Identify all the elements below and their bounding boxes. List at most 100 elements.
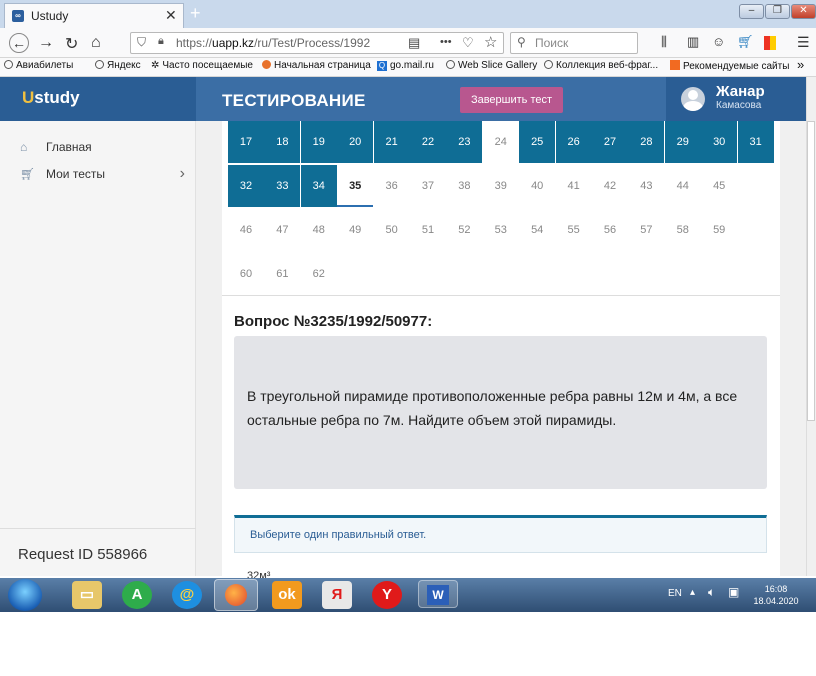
question-number-50[interactable]: 50	[374, 209, 410, 251]
yandex-browser-icon[interactable]: Я	[322, 581, 352, 609]
library-icon[interactable]: ⫼	[661, 34, 667, 50]
cart-extension-icon[interactable]: 🛒︎	[737, 34, 754, 50]
question-number-22[interactable]: 22	[410, 121, 446, 163]
question-number-20[interactable]: 20	[337, 121, 374, 163]
question-number-32[interactable]: 32	[228, 165, 264, 207]
question-number-38[interactable]: 38	[446, 165, 482, 207]
bookmark-item[interactable]: Рекомендуемые сайты	[670, 60, 789, 72]
question-number-34[interactable]: 34	[300, 165, 337, 207]
avatar[interactable]	[681, 87, 705, 111]
mail-agent-icon[interactable]: @	[172, 581, 202, 609]
bookmark-flag-icon[interactable]	[764, 36, 776, 50]
brand-logo[interactable]: Ustudy	[22, 88, 80, 108]
maximize-button[interactable]: ❐	[765, 4, 790, 19]
question-number-56[interactable]: 56	[592, 209, 628, 251]
scrollbar-thumb[interactable]	[807, 121, 815, 421]
question-number-21[interactable]: 21	[373, 121, 410, 163]
question-number-47[interactable]: 47	[264, 209, 300, 251]
question-number-42[interactable]: 42	[592, 165, 628, 207]
question-number-59[interactable]: 59	[701, 209, 737, 251]
question-number-37[interactable]: 37	[410, 165, 446, 207]
word-icon[interactable]: W	[418, 580, 458, 608]
sidebar-item-my-tests[interactable]: 🛒︎ Мои тесты ›	[20, 165, 185, 182]
question-number-41[interactable]: 41	[556, 165, 592, 207]
question-number-36[interactable]: 36	[374, 165, 410, 207]
bookmark-item[interactable]: Начальная страница	[262, 60, 371, 71]
hamburger-menu-icon[interactable]: ☰	[797, 34, 810, 51]
shield-icon[interactable]: ⛉	[137, 35, 146, 50]
question-number-43[interactable]: 43	[628, 165, 664, 207]
question-number-17[interactable]: 17	[228, 121, 264, 163]
reader-view-icon[interactable]: ▤	[408, 35, 420, 51]
back-icon[interactable]: ←	[9, 33, 29, 53]
bookmark-star-icon[interactable]: ☆	[484, 33, 497, 51]
question-number-25[interactable]: 25	[519, 121, 556, 163]
question-number-62[interactable]: 62	[301, 253, 337, 295]
question-number-52[interactable]: 52	[446, 209, 482, 251]
question-number-30[interactable]: 30	[701, 121, 738, 163]
new-tab-button[interactable]: +	[190, 3, 201, 24]
question-number-60[interactable]: 60	[228, 253, 264, 295]
question-number-31[interactable]: 31	[737, 121, 774, 163]
question-number-27[interactable]: 27	[592, 121, 628, 163]
question-number-44[interactable]: 44	[665, 165, 701, 207]
bookmark-item[interactable]: ✲ Часто посещаемые	[151, 60, 253, 71]
page-actions-menu-icon[interactable]: •••	[440, 36, 452, 48]
question-number-55[interactable]: 55	[556, 209, 592, 251]
question-number-40[interactable]: 40	[519, 165, 555, 207]
reload-icon[interactable]: ↻	[65, 34, 78, 54]
search-input[interactable]	[510, 32, 638, 54]
forward-icon[interactable]: →	[38, 34, 54, 52]
tray-expand-icon[interactable]: ▴	[690, 587, 695, 598]
question-number-35[interactable]: 35	[337, 165, 374, 207]
volume-icon[interactable]: 🔈︎	[708, 585, 715, 600]
bookmark-item[interactable]: Qgo.mail.ru	[377, 60, 434, 71]
network-icon[interactable]: ▣	[728, 585, 739, 599]
question-number-48[interactable]: 48	[301, 209, 337, 251]
url-text[interactable]: https://uapp.kz/ru/Test/Process/1992	[176, 36, 370, 50]
sidebar-toggle-icon[interactable]: ▥	[687, 34, 699, 50]
question-number-61[interactable]: 61	[264, 253, 300, 295]
question-number-54[interactable]: 54	[519, 209, 555, 251]
home-icon[interactable]: ⌂	[91, 34, 101, 52]
question-number-53[interactable]: 53	[483, 209, 519, 251]
question-number-28[interactable]: 28	[628, 121, 665, 163]
question-number-18[interactable]: 18	[264, 121, 301, 163]
language-indicator[interactable]: EN	[668, 588, 682, 599]
question-number-58[interactable]: 58	[665, 209, 701, 251]
bookmark-item[interactable]: Яндекс	[95, 60, 141, 71]
aimp-icon[interactable]: A	[122, 581, 152, 609]
start-button[interactable]	[8, 579, 42, 611]
yandex-icon[interactable]: Y	[372, 581, 402, 609]
pocket-icon[interactable]: ♡	[462, 35, 474, 51]
firefox-taskbar-icon[interactable]	[214, 579, 258, 611]
user-name[interactable]: Жанар	[716, 83, 765, 100]
question-number-46[interactable]: 46	[228, 209, 264, 251]
tab-close-icon[interactable]: ✕	[165, 7, 177, 24]
question-number-19[interactable]: 19	[300, 121, 337, 163]
finish-test-button[interactable]: Завершить тест	[460, 87, 563, 113]
question-number-23[interactable]: 23	[446, 121, 483, 163]
question-number-49[interactable]: 49	[337, 209, 373, 251]
bookmarks-overflow-icon[interactable]: »	[797, 57, 804, 72]
sidebar-item-home[interactable]: ⌂ Главная	[20, 140, 92, 154]
question-number-26[interactable]: 26	[555, 121, 592, 163]
question-number-39[interactable]: 39	[483, 165, 519, 207]
question-number-24[interactable]: 24	[483, 121, 519, 163]
question-number-29[interactable]: 29	[664, 121, 701, 163]
window-close-button[interactable]: ✕	[791, 4, 816, 19]
question-number-51[interactable]: 51	[410, 209, 446, 251]
bookmark-item[interactable]: Коллекция веб-фраг...	[544, 60, 658, 71]
lock-icon[interactable]: 🔒︎	[158, 35, 164, 48]
bookmark-item[interactable]: Web Slice Gallery	[446, 60, 537, 71]
taskbar-clock[interactable]: 16:08 18.04.2020	[752, 583, 800, 607]
explorer-icon[interactable]: ▭	[72, 581, 102, 609]
question-number-57[interactable]: 57	[628, 209, 664, 251]
minimize-button[interactable]: –	[739, 4, 764, 19]
question-number-45[interactable]: 45	[701, 165, 737, 207]
question-number-33[interactable]: 33	[264, 165, 301, 207]
browser-tab[interactable]: ∞ Ustudy ✕	[4, 3, 184, 28]
account-icon[interactable]: ☺	[712, 34, 725, 49]
odnoklassniki-icon[interactable]: ok	[272, 581, 302, 609]
bookmark-item[interactable]: Авиабилеты	[4, 60, 73, 71]
